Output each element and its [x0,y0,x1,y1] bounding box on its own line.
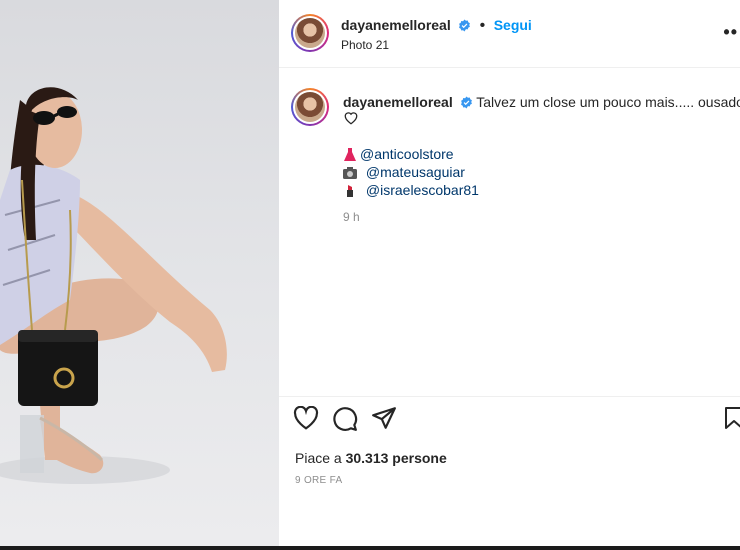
likes-suffix: persone [388,450,447,466]
photo-index: Photo 21 [341,38,390,52]
bottom-edge [0,546,740,550]
post-detail-panel: dayanemelloreal • Segui Photo 21 •• daya… [279,0,740,546]
divider [279,396,740,397]
comment-icon[interactable] [332,406,360,434]
camera-emoji [343,167,357,179]
follow-button[interactable]: Segui [494,17,532,33]
caption-block: dayanemelloreal Talvez um close um pouco… [343,93,740,199]
post-photo[interactable] [0,0,279,546]
author-avatar[interactable] [291,14,329,52]
author-username[interactable]: dayanemelloreal [341,17,451,33]
white-heart-emoji [343,111,740,129]
posted-ago: 9 ORE FA [295,475,343,486]
share-icon[interactable] [371,406,399,434]
mentions-list: @anticoolstore @mateusaguiar @israelesco… [343,145,740,199]
mention-item: @anticoolstore [343,145,740,163]
author-line: dayanemelloreal • Segui [341,17,532,34]
mention-item: @mateusaguiar [343,163,740,181]
verified-badge-icon [460,96,472,109]
likes-prefix: Piace a [295,450,346,466]
post-header: dayanemelloreal • Segui Photo 21 •• [279,0,740,68]
post-photo-illustration [0,87,227,484]
caption-time: 9 h [343,210,360,224]
likes-number: 30.313 [345,450,389,466]
verified-badge-icon [459,19,471,32]
mention-link[interactable]: @mateusaguiar [366,164,465,180]
like-heart-icon[interactable] [293,405,321,434]
mention-link[interactable]: @anticoolstore [360,146,454,162]
more-options-icon[interactable]: •• [723,22,738,43]
caption-avatar[interactable] [291,88,329,126]
lipstick-emoji [347,185,353,197]
bookmark-icon[interactable] [724,406,740,434]
mention-item: @israelescobar81 [343,181,740,199]
likes-count[interactable]: Piace a 30.313 persone [295,450,447,466]
caption-text: Talvez um close um pouco mais..... ousad… [476,94,740,110]
mention-link[interactable]: @israelescobar81 [366,182,479,198]
dress-emoji [344,148,356,161]
caption-username[interactable]: dayanemelloreal [343,94,453,110]
